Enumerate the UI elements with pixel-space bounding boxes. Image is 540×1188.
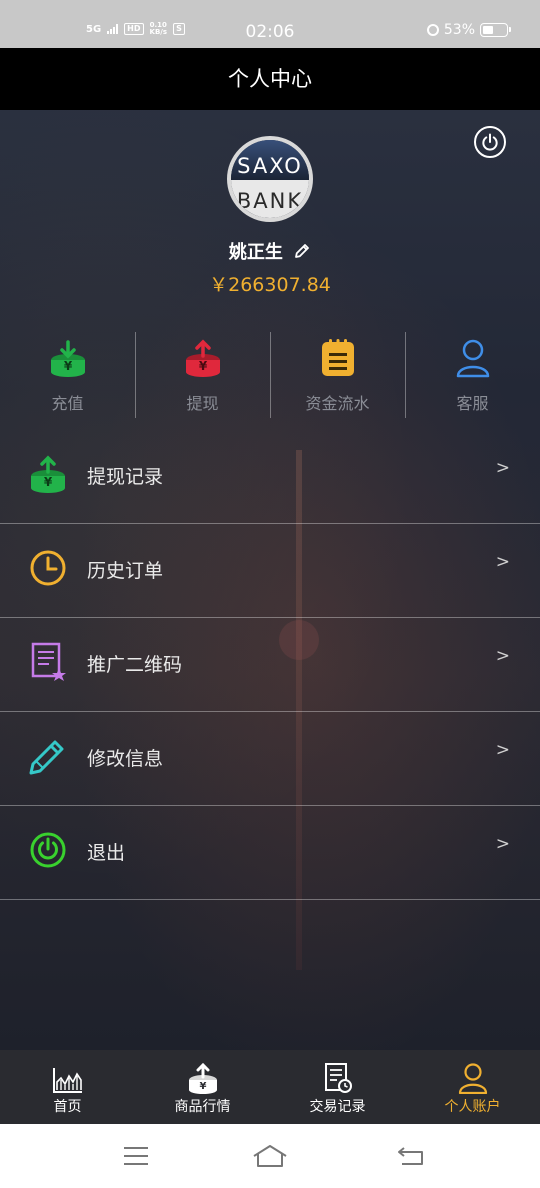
withdraw-icon: ¥ [135, 336, 270, 380]
tab-label: 商品行情 [174, 1099, 231, 1115]
quick-fund-flow-label: 资金流水 [305, 394, 370, 413]
chevron-right-icon: > [495, 834, 510, 854]
tab-market[interactable]: ¥ 商品行情 [135, 1050, 270, 1124]
menu-label: 退出 [87, 842, 126, 864]
menu-list: ¥ 提现记录 > 历史订单 > 推广二维码 > 修改信息 > 退出 > [0, 430, 540, 900]
records-icon [270, 1058, 405, 1094]
system-navigation-bar [0, 1124, 540, 1188]
avatar[interactable]: SAXO BANK [227, 136, 313, 222]
menu-label: 修改信息 [87, 748, 164, 770]
edit-name-icon[interactable] [293, 242, 311, 265]
quick-deposit[interactable]: ¥ 充值 [0, 332, 135, 422]
deposit-icon: ¥ [0, 336, 135, 380]
svg-text:¥: ¥ [198, 359, 207, 373]
chevron-right-icon: > [495, 458, 510, 478]
menu-label: 历史订单 [87, 560, 164, 582]
tab-label: 首页 [53, 1099, 82, 1115]
tab-label: 交易记录 [309, 1099, 366, 1115]
customer-service-icon [405, 336, 540, 380]
account-balance: ￥266307.84 [209, 274, 331, 296]
quick-customer-service[interactable]: 客服 [405, 332, 540, 422]
quick-withdraw[interactable]: ¥ 提现 [135, 332, 270, 422]
menu-item-edit-info[interactable]: 修改信息 > [0, 712, 540, 806]
menu-label: 提现记录 [87, 466, 164, 488]
svg-text:¥: ¥ [44, 475, 53, 489]
fund-flow-icon [270, 336, 405, 380]
menu-item-promo-qrcode[interactable]: 推广二维码 > [0, 618, 540, 712]
tab-trade-records[interactable]: 交易记录 [270, 1050, 405, 1124]
home-icon[interactable] [252, 1144, 288, 1174]
quick-deposit-label: 充值 [51, 394, 84, 413]
chevron-right-icon: > [495, 552, 510, 572]
avatar-text-bottom: BANK [231, 180, 309, 218]
svg-text:¥: ¥ [63, 359, 72, 373]
battery-icon [480, 23, 511, 37]
bottom-tabbar: 首页 ¥ 商品行情 交易记录 个人账户 [0, 1050, 540, 1124]
status-right: 53% [426, 22, 511, 38]
user-name: 姚正生 [228, 242, 283, 263]
power-icon [28, 830, 68, 870]
power-button[interactable] [474, 126, 506, 158]
avatar-text-top: SAXO [231, 140, 309, 180]
quick-actions: ¥ 充值 ¥ 提现 资金流水 客服 [0, 332, 540, 422]
back-icon[interactable] [396, 1144, 426, 1172]
user-name-row[interactable]: 姚正生 [0, 238, 540, 265]
chevron-right-icon: > [495, 646, 510, 666]
tab-label: 个人账户 [444, 1099, 501, 1115]
quick-withdraw-label: 提现 [186, 394, 219, 413]
profile-main: SAXO BANK 姚正生 ￥266307.84 ¥ 充值 ¥ 提现 资金流水 … [0, 110, 540, 1050]
quick-customer-service-label: 客服 [456, 394, 489, 413]
status-bar: 5G HD 0.10 KB/s S 02:06 53% [0, 0, 540, 48]
qrcode-doc-icon [28, 642, 68, 682]
menu-icon[interactable] [122, 1144, 150, 1172]
alarm-icon [426, 24, 439, 36]
page-title: 个人中心 [0, 48, 540, 110]
quick-fund-flow[interactable]: 资金流水 [270, 332, 405, 422]
chevron-right-icon: > [495, 740, 510, 760]
withdraw-record-icon: ¥ [28, 454, 68, 494]
yen-box-icon: ¥ [135, 1058, 270, 1094]
battery-percent: 53% [443, 22, 475, 38]
pencil-icon [28, 736, 68, 776]
chart-icon [0, 1058, 135, 1094]
menu-item-logout[interactable]: 退出 > [0, 806, 540, 900]
tab-home[interactable]: 首页 [0, 1050, 135, 1124]
svg-text:¥: ¥ [199, 1081, 206, 1092]
menu-item-history-orders[interactable]: 历史订单 > [0, 524, 540, 618]
tab-personal-account[interactable]: 个人账户 [405, 1050, 540, 1124]
menu-item-withdraw-record[interactable]: ¥ 提现记录 > [0, 430, 540, 524]
clock-icon [28, 548, 68, 588]
menu-label: 推广二维码 [87, 654, 183, 676]
power-icon [482, 133, 498, 151]
person-icon [405, 1058, 540, 1094]
